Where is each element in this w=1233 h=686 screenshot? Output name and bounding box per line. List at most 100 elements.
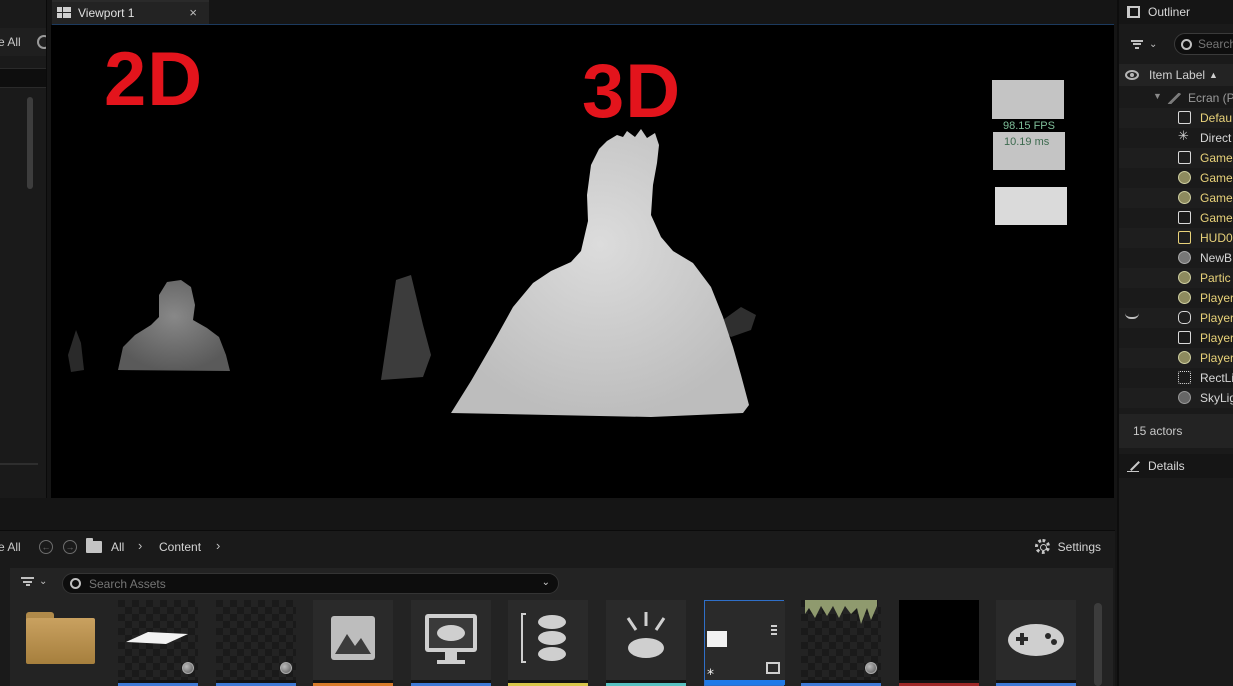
history-icon[interactable] (37, 35, 46, 49)
visibility-eye-icon[interactable] (1125, 70, 1139, 80)
filter-icon[interactable] (1131, 39, 1143, 49)
outliner-row[interactable]: RectLi (1119, 368, 1233, 388)
settings-button[interactable]: Settings (1027, 539, 1101, 554)
outliner-title: Outliner (1148, 5, 1191, 19)
hidden-eye-icon[interactable] (1125, 313, 1139, 319)
back-arrow-icon[interactable]: ← (39, 540, 53, 554)
asset-tile-game-mode[interactable] (996, 600, 1076, 686)
silhouette-2d (118, 280, 230, 371)
folder-asset[interactable] (26, 612, 95, 664)
blueprint-sphere-icon (1178, 171, 1191, 184)
asset-thumbnail (411, 600, 491, 680)
sphere-badge-icon (865, 662, 877, 674)
collapse-arrow-icon[interactable]: ▼ (1153, 91, 1162, 101)
chevron-right-icon[interactable]: › (216, 538, 220, 553)
outliner-row[interactable]: Player (1119, 308, 1233, 328)
left-search-strip[interactable] (0, 68, 46, 88)
widget-icon: * (707, 625, 780, 683)
outliner-row[interactable]: Partic (1119, 268, 1233, 288)
outliner-rows: ▼ Ecran (P Defau ✳ Direct Game Game Game… (1119, 88, 1233, 408)
asset-search-input[interactable] (89, 576, 529, 591)
outliner-search-input[interactable] (1198, 37, 1233, 51)
outliner-row[interactable]: Game (1119, 148, 1233, 168)
left-panel: e All (0, 0, 47, 498)
asset-scrollbar[interactable] (1094, 603, 1102, 686)
row-label: Ecran (P (1188, 91, 1233, 105)
outliner-row[interactable]: Player (1119, 348, 1233, 368)
asset-filter-button[interactable]: ⌄ (21, 576, 47, 587)
asset-thumbnail (899, 600, 979, 680)
sort-ascending-icon[interactable]: ▲ (1209, 70, 1218, 80)
save-all-button[interactable]: e All (0, 35, 21, 49)
asset-tile-input-action[interactable] (606, 600, 686, 686)
asset-tile-blueprint[interactable] (216, 600, 296, 686)
asset-tile-input-mapping[interactable] (508, 600, 588, 686)
asset-search[interactable]: ⌄ (62, 573, 559, 594)
item-label-header: Item Label (1149, 68, 1206, 82)
left-divider (0, 463, 38, 465)
tab-viewport-1[interactable]: Viewport 1 × (52, 0, 209, 24)
frame-time-readout: 10.19 ms (1004, 136, 1050, 148)
save-all-button[interactable]: e All (0, 540, 21, 554)
svg-text:*: * (707, 667, 714, 681)
asset-tile-material-plane[interactable] (118, 600, 198, 686)
chevron-down-icon[interactable]: ⌄ (1149, 39, 1157, 50)
fps-readout: 98.15 FPS (1003, 120, 1055, 132)
viewport-canvas[interactable]: 2D 3D 98.15 FPS 10.19 ms (51, 25, 1114, 498)
chevron-right-icon: › (138, 538, 143, 553)
outliner-row[interactable]: Game (1119, 168, 1233, 188)
outliner-row[interactable]: ▼ Ecran (P (1119, 88, 1233, 108)
asset-tile-game-screen[interactable] (411, 600, 491, 686)
actor-count-bar: 15 actors (1119, 414, 1233, 448)
input-action-icon (626, 612, 666, 658)
outliner-row[interactable]: Player (1119, 328, 1233, 348)
asset-type-bar (705, 680, 785, 685)
row-label: Game (1200, 191, 1233, 205)
outliner-row[interactable]: Game (1119, 188, 1233, 208)
gamepad-icon (1178, 311, 1191, 324)
texture-mountain-icon (331, 616, 375, 660)
outliner-row[interactable]: NewB (1119, 248, 1233, 268)
folder-icon[interactable] (86, 538, 102, 553)
stat-panel-1 (992, 80, 1064, 119)
asset-thumbnail (508, 600, 588, 680)
outliner-panel: Outliner ⌄ Item Label ▲ ▼ Ecran (P Defau… (1117, 0, 1233, 686)
row-label: Game (1200, 171, 1233, 185)
asset-thumbnail (118, 600, 198, 680)
input-mapping-icon (521, 613, 566, 663)
outliner-search[interactable] (1174, 33, 1233, 55)
outliner-row[interactable]: Defau (1119, 108, 1233, 128)
blueprint-sphere-icon (1178, 271, 1191, 284)
blueprint-sphere-icon (1178, 351, 1191, 364)
breadcrumb-all[interactable]: All (111, 540, 124, 554)
asset-tile-widget[interactable]: * (704, 600, 785, 686)
row-label: Player (1200, 351, 1233, 365)
left-scrollbar[interactable] (27, 97, 33, 189)
asset-thumbnail (996, 600, 1076, 680)
row-label: SkyLig (1200, 391, 1233, 405)
close-icon[interactable]: × (189, 5, 197, 20)
asset-thumbnail (216, 600, 296, 680)
outliner-row[interactable]: Player (1119, 288, 1233, 308)
outliner-title-bar[interactable]: Outliner (1119, 0, 1233, 24)
outliner-row[interactable]: Game (1119, 208, 1233, 228)
actor-count: 15 actors (1133, 424, 1183, 438)
outliner-column-header[interactable]: Item Label ▲ (1119, 64, 1233, 86)
chevron-down-icon[interactable]: ⌄ (542, 577, 550, 588)
outliner-row[interactable]: HUD0 (1119, 228, 1233, 248)
outliner-row[interactable]: ✳ Direct (1119, 128, 1233, 148)
outliner-row[interactable]: SkyLig (1119, 388, 1233, 408)
details-title-bar[interactable]: Details (1119, 454, 1233, 478)
forward-arrow-icon[interactable]: → (63, 540, 77, 554)
silhouette-3d (451, 129, 749, 417)
breadcrumb-content[interactable]: Content (159, 540, 201, 554)
gamepad-icon (1008, 624, 1064, 656)
game-state-icon (1178, 211, 1191, 224)
search-icon (70, 578, 81, 589)
asset-tile-texture[interactable] (313, 600, 393, 686)
directional-light-icon: ✳ (1178, 128, 1189, 143)
row-label: RectLi (1200, 371, 1233, 385)
default-pawn-icon (1178, 111, 1191, 124)
asset-tile-landscape-material[interactable] (801, 600, 881, 686)
asset-tile-render-target[interactable] (899, 600, 979, 686)
